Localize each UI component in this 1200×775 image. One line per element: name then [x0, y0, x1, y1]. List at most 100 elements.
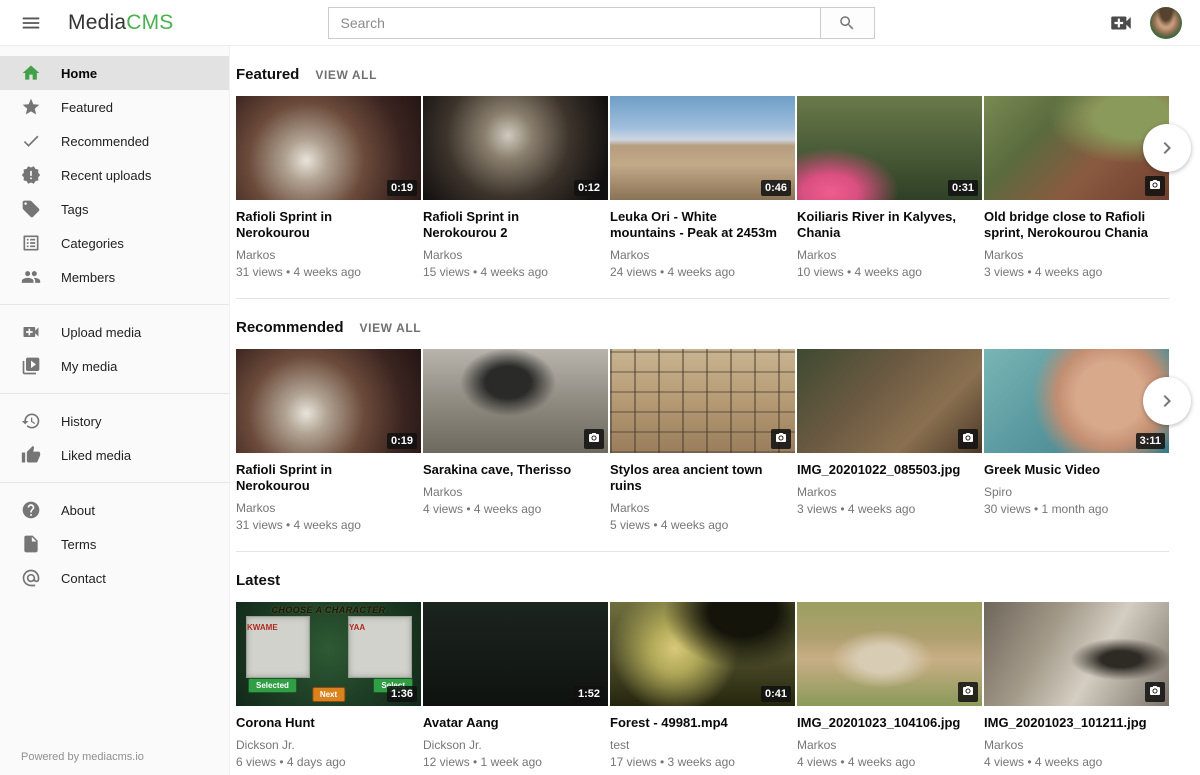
view-all-link[interactable]: VIEW ALL: [315, 68, 377, 82]
sidebar-item-label: Terms: [61, 537, 96, 552]
media-thumbnail[interactable]: 0:46: [610, 96, 795, 200]
media-author[interactable]: Markos: [984, 738, 1155, 752]
sidebar-item-label: Contact: [61, 571, 106, 586]
media-thumbnail[interactable]: 0:12: [423, 96, 608, 200]
media-card: IMG_20201023_104106.jpg Markos 4 views •…: [797, 602, 982, 769]
game-character-name: YAA: [349, 623, 365, 632]
media-card: 0:12 Rafioli Sprint in Nerokourou 2 Mark…: [423, 96, 608, 279]
carousel-next-button[interactable]: [1143, 377, 1191, 425]
game-panel: YAA: [348, 616, 412, 678]
media-title[interactable]: Rafioli Sprint in Nerokourou 2: [423, 209, 594, 241]
media-thumbnail[interactable]: [984, 602, 1169, 706]
media-author[interactable]: Markos: [797, 485, 968, 499]
media-title[interactable]: Leuka Ori - White mountains - Peak at 24…: [610, 209, 781, 241]
media-author[interactable]: test: [610, 738, 781, 752]
sidebar-item-categories[interactable]: Categories: [0, 226, 229, 260]
duration-badge: 0:12: [574, 180, 604, 196]
media-title[interactable]: Stylos area ancient town ruins: [610, 462, 781, 494]
media-thumbnail[interactable]: 1:52: [423, 602, 608, 706]
video-call-icon: [21, 322, 41, 342]
media-title[interactable]: Sarakina cave, Therisso: [423, 462, 594, 478]
search-button[interactable]: [820, 7, 875, 39]
media-thumbnail[interactable]: [610, 349, 795, 453]
media-thumbnail[interactable]: [797, 602, 982, 706]
media-card: CHOOSE A CHARACTER KWAME YAA Selected Ne…: [236, 602, 421, 769]
media-thumbnail[interactable]: [423, 349, 608, 453]
media-thumbnail[interactable]: CHOOSE A CHARACTER KWAME YAA Selected Ne…: [236, 602, 421, 706]
game-next-label: Next: [312, 687, 345, 702]
media-meta: 24 views • 4 weeks ago: [610, 265, 781, 279]
sidebar-item-contact[interactable]: Contact: [0, 561, 229, 595]
media-thumbnail[interactable]: 0:19: [236, 349, 421, 453]
media-title[interactable]: Rafioli Sprint in Nerokourou: [236, 209, 407, 241]
media-thumbnail[interactable]: 0:41: [610, 602, 795, 706]
media-thumbnail[interactable]: 0:19: [236, 96, 421, 200]
search-input[interactable]: [328, 7, 820, 39]
main-content: Featured VIEW ALL 0:19 Rafioli Sprint in…: [230, 46, 1200, 775]
media-title[interactable]: Forest - 49981.mp4: [610, 715, 781, 731]
media-title[interactable]: Koiliaris River in Kalyves, Chania: [797, 209, 968, 241]
game-selected-label: Selected: [248, 678, 297, 693]
section-title: Latest: [236, 572, 280, 589]
media-title[interactable]: Avatar Aang: [423, 715, 594, 731]
logo-text-cms: CMS: [126, 11, 173, 35]
media-card: Sarakina cave, Therisso Markos 4 views •…: [423, 349, 608, 532]
media-author[interactable]: Dickson Jr.: [423, 738, 594, 752]
media-title[interactable]: Old bridge close to Rafioli sprint, Nero…: [984, 209, 1155, 241]
sidebar-item-liked-media[interactable]: Liked media: [0, 438, 229, 472]
media-author[interactable]: Markos: [423, 485, 594, 499]
media-card: 0:19 Rafioli Sprint in Nerokourou Markos…: [236, 349, 421, 532]
duration-badge: 1:36: [387, 686, 417, 702]
media-meta: 31 views • 4 weeks ago: [236, 518, 407, 532]
media-title[interactable]: IMG_20201023_104106.jpg: [797, 715, 968, 731]
duration-badge: 0:31: [948, 180, 978, 196]
media-thumbnail[interactable]: 0:31: [797, 96, 982, 200]
media-title[interactable]: IMG_20201022_085503.jpg: [797, 462, 968, 478]
sidebar-item-members[interactable]: Members: [0, 260, 229, 294]
media-author[interactable]: Markos: [797, 248, 968, 262]
carousel-next-button[interactable]: [1143, 124, 1191, 172]
media-title[interactable]: Corona Hunt: [236, 715, 407, 731]
sidebar-item-terms[interactable]: Terms: [0, 527, 229, 561]
media-author[interactable]: Markos: [984, 248, 1155, 262]
sidebar-item-history[interactable]: History: [0, 404, 229, 438]
media-title[interactable]: IMG_20201023_101211.jpg: [984, 715, 1155, 731]
media-thumbnail[interactable]: [797, 349, 982, 453]
powered-by-link[interactable]: Powered by mediacms.io: [21, 751, 144, 763]
media-author[interactable]: Markos: [610, 248, 781, 262]
media-title[interactable]: Greek Music Video: [984, 462, 1155, 478]
media-author[interactable]: Markos: [797, 738, 968, 752]
media-author[interactable]: Markos: [423, 248, 594, 262]
media-card: 0:31 Koiliaris River in Kalyves, Chania …: [797, 96, 982, 279]
sidebar-item-home[interactable]: Home: [0, 56, 229, 90]
media-author[interactable]: Markos: [236, 501, 407, 515]
media-author[interactable]: Spiro: [984, 485, 1155, 499]
media-thumbnail[interactable]: [984, 96, 1169, 200]
view-all-link[interactable]: VIEW ALL: [360, 321, 422, 335]
upload-media-icon[interactable]: [1108, 10, 1134, 36]
user-avatar[interactable]: [1150, 7, 1182, 39]
sidebar-item-my-media[interactable]: My media: [0, 349, 229, 383]
hamburger-menu-icon[interactable]: [20, 11, 44, 35]
sidebar-item-recommended[interactable]: Recommended: [0, 124, 229, 158]
media-title[interactable]: Rafioli Sprint in Nerokourou: [236, 462, 407, 494]
sidebar-item-tags[interactable]: Tags: [0, 192, 229, 226]
media-thumbnail[interactable]: 3:11: [984, 349, 1169, 453]
camera-icon: [958, 429, 978, 449]
media-card: Old bridge close to Rafioli sprint, Nero…: [984, 96, 1169, 279]
chevron-right-icon: [1155, 389, 1179, 413]
media-card: IMG_20201022_085503.jpg Markos 3 views •…: [797, 349, 982, 532]
media-author[interactable]: Markos: [610, 501, 781, 515]
camera-icon: [1145, 176, 1165, 196]
sidebar-item-upload-media[interactable]: Upload media: [0, 315, 229, 349]
media-author[interactable]: Dickson Jr.: [236, 738, 407, 752]
sidebar-item-recent-uploads[interactable]: Recent uploads: [0, 158, 229, 192]
media-author[interactable]: Markos: [236, 248, 407, 262]
thumb-up-icon: [21, 445, 41, 465]
sidebar-divider: [0, 393, 229, 394]
camera-icon: [1145, 682, 1165, 702]
media-meta: 30 views • 1 month ago: [984, 502, 1155, 516]
sidebar-item-featured[interactable]: Featured: [0, 90, 229, 124]
app-logo[interactable]: MediaCMS: [68, 11, 173, 35]
sidebar-item-about[interactable]: About: [0, 493, 229, 527]
